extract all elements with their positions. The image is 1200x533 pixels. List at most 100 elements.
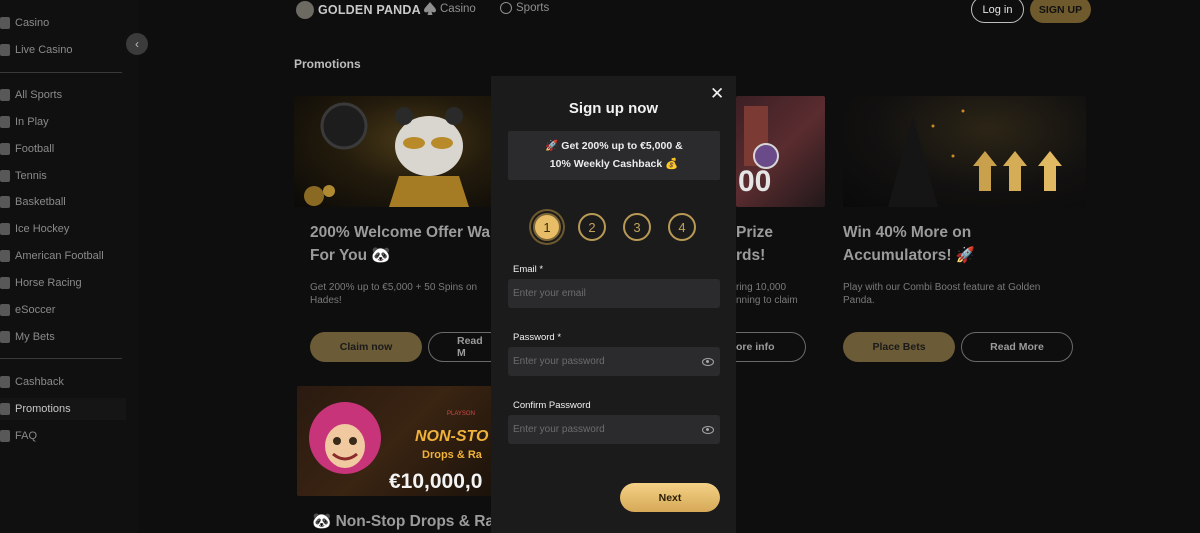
promo-image-prize[interactable]: 00	[736, 96, 825, 207]
sidebar-item-promotions[interactable]: Promotions	[0, 398, 126, 420]
ice-hockey-icon	[0, 223, 10, 235]
signup-button[interactable]: SIGN UP	[1030, 0, 1091, 23]
sidebar-item-label: Football	[15, 143, 55, 155]
sidebar-item-cashback[interactable]: Cashback	[0, 371, 122, 393]
sidebar-item-label: American Football	[15, 250, 104, 262]
american-football-icon	[0, 250, 10, 262]
ball-icon	[500, 2, 512, 14]
confirm-password-label: Confirm Password	[513, 400, 591, 411]
more-info-button[interactable]: ore info	[736, 332, 806, 362]
panda-artwork	[304, 102, 469, 207]
sidebar-item-label: Promotions	[15, 403, 71, 415]
sidebar-item-label: Cashback	[15, 376, 64, 388]
page-title: Promotions	[294, 57, 361, 71]
step-indicator-1: 1	[533, 213, 561, 241]
promo-desc-line: Hades!	[310, 295, 342, 306]
promo-desc-line: Play with our Combi Boost feature at Gol…	[843, 282, 1041, 293]
sidebar-item-label: Tennis	[15, 170, 47, 182]
read-more-button[interactable]: Read More	[961, 332, 1073, 362]
sidebar-item-label: Horse Racing	[15, 277, 82, 289]
esoccer-icon	[0, 304, 10, 316]
sidebar-item-label: eSoccer	[15, 304, 56, 316]
promo-title-line: 🐼 Non-Stop Drops & Ra	[312, 513, 495, 530]
promo-title-accumulators: Win 40% More on Accumulators! 🚀	[843, 221, 975, 267]
sidebar-item-in-play[interactable]: In Play	[0, 111, 122, 133]
sidebar-item-label: Basketball	[15, 196, 66, 208]
promotions-icon	[0, 403, 10, 415]
football-icon	[0, 143, 10, 155]
sidebar-item-casino[interactable]: Casino	[0, 12, 122, 34]
password-field[interactable]	[508, 347, 720, 376]
sidebar-item-all-sports[interactable]: All Sports	[0, 84, 122, 106]
step-indicator-4: 4	[668, 213, 696, 241]
sidebar-item-label: My Bets	[15, 331, 55, 343]
promo-image-welcome[interactable]	[294, 96, 494, 207]
nav-label: Sports	[516, 2, 550, 14]
confirm-password-field[interactable]	[508, 415, 720, 444]
banner-subtitle-text: Drops & Ra	[422, 449, 483, 461]
show-password-eye-icon[interactable]	[702, 358, 714, 366]
read-more-button[interactable]: Read M	[428, 332, 494, 362]
sidebar-item-label: In Play	[15, 116, 49, 128]
casino-icon	[0, 17, 10, 29]
promo-desc-line: Get 200% up to €5,000 + 50 Spins on	[310, 282, 478, 293]
accumulator-artwork	[888, 109, 1062, 207]
cashback-icon	[0, 376, 10, 388]
promo-title-prize: Prize rds!	[736, 221, 773, 267]
nav-label: Casino	[440, 2, 476, 15]
horse-racing-icon	[0, 277, 10, 289]
tennis-icon	[0, 170, 10, 182]
sidebar-collapse-button[interactable]: ‹	[126, 33, 148, 55]
promo-desc-prize: ring 10,000 nning to claim	[736, 281, 798, 307]
promo-desc-accumulators: Play with our Combi Boost feature at Gol…	[843, 281, 1040, 307]
sidebar-item-live-casino[interactable]: Live Casino	[0, 39, 122, 61]
promo-title-line: 200% Welcome Offer Wa	[310, 224, 491, 241]
step-indicator-2: 2	[578, 213, 606, 241]
banner-title-text: NON-STO	[415, 428, 489, 445]
offer-line: 🚀 Get 200% up to €5,000 &	[545, 140, 683, 152]
next-button[interactable]: Next	[620, 483, 720, 512]
sidebar-item-basketball[interactable]: Basketball	[0, 191, 122, 213]
sidebar-item-label: Ice Hockey	[15, 223, 70, 235]
spade-icon	[424, 2, 436, 15]
signup-modal: Sign up now ✕ 🚀 Get 200% up to €5,000 & …	[491, 76, 736, 533]
promo-title-drops: 🐼 Non-Stop Drops & Ra	[312, 510, 494, 533]
sidebar-divider	[0, 358, 122, 359]
sidebar-item-faq[interactable]: FAQ	[0, 425, 122, 447]
nav-casino[interactable]: Casino	[424, 2, 476, 15]
promo-image-drops[interactable]: NON-STO Drops & Ra €10,000,0 PLAYSON	[297, 386, 494, 496]
logo-text: GOLDEN PANDA	[318, 3, 421, 17]
panda-logo-icon	[296, 1, 314, 19]
promo-title-line: Accumulators! 🚀	[843, 247, 976, 264]
sidebar: Casino Live Casino All Sports In Play Fo…	[0, 0, 138, 533]
sidebar-item-esoccer[interactable]: eSoccer	[0, 299, 122, 321]
sidebar-item-football[interactable]: Football	[0, 138, 122, 160]
email-label: Email *	[513, 264, 544, 275]
all-sports-icon	[0, 89, 10, 101]
close-icon[interactable]: ✕	[710, 84, 724, 104]
promo-image-accumulators[interactable]	[843, 96, 1086, 207]
claim-now-button[interactable]: Claim now	[310, 332, 422, 362]
prize-artwork: 00	[738, 106, 779, 198]
email-field[interactable]	[508, 279, 720, 308]
show-confirm-password-eye-icon[interactable]	[702, 426, 714, 434]
in-play-icon	[0, 116, 10, 128]
login-button[interactable]: Log in	[971, 0, 1024, 23]
place-bets-button[interactable]: Place Bets	[843, 332, 955, 362]
site-logo[interactable]: GOLDEN PANDA	[296, 1, 421, 19]
drops-artwork: NON-STO Drops & Ra €10,000,0 PLAYSON	[309, 402, 489, 493]
promo-title-line: Win 40% More on	[843, 224, 972, 241]
sidebar-item-ice-hockey[interactable]: Ice Hockey	[0, 218, 122, 240]
sidebar-item-horse-racing[interactable]: Horse Racing	[0, 272, 122, 294]
sidebar-item-label: All Sports	[15, 89, 63, 101]
prize-amount-text: 00	[738, 165, 771, 198]
modal-title: Sign up now	[568, 100, 659, 117]
basketball-icon	[0, 196, 10, 208]
promo-title-welcome: 200% Welcome Offer Wa For You 🐼	[310, 221, 490, 267]
sidebar-item-my-bets[interactable]: My Bets	[0, 326, 122, 348]
sidebar-item-tennis[interactable]: Tennis	[0, 165, 122, 187]
sidebar-item-american-football[interactable]: American Football	[0, 245, 122, 267]
nav-sports[interactable]: Sports	[500, 2, 549, 14]
my-bets-icon	[0, 331, 10, 343]
promo-title-line: rds!	[736, 247, 766, 264]
